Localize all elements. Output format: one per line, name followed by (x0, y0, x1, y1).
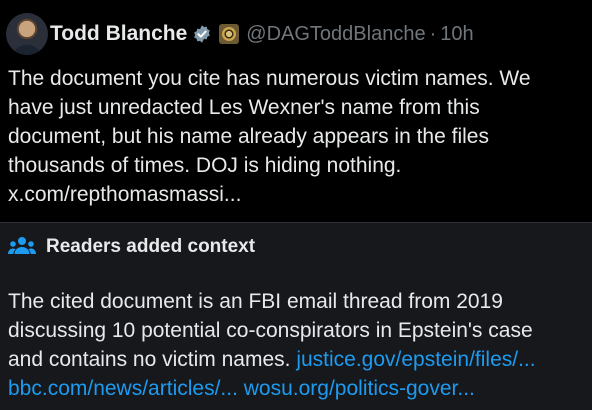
note-text-line: The cited document is an FBI email threa… (8, 290, 503, 313)
post-text: The document you cite has numerous victi… (8, 64, 586, 209)
verified-badge-icon (192, 24, 212, 44)
people-icon (8, 235, 36, 259)
author-name[interactable]: Todd Blanche (50, 22, 187, 46)
post-link[interactable]: x.com/repthomasmassi... (8, 180, 586, 209)
author-handle[interactable]: @DAGToddBlanche (246, 23, 425, 46)
avatar[interactable] (6, 13, 48, 55)
note-source-link[interactable]: justice.gov/epstein/files/... (296, 348, 535, 371)
post-text-line: thousands of times. DOJ is hiding nothin… (8, 154, 402, 177)
note-link-line: bbc.com/news/articles/... wosu.org/polit… (8, 374, 588, 403)
post: Todd Blanche @DAGToddBlanche · 10h The d… (0, 0, 592, 222)
community-notes: Readers added context The cited document… (0, 222, 592, 410)
note-text-segment: and contains no victim names. (8, 348, 297, 371)
community-notes-text: The cited document is an FBI email threa… (8, 287, 588, 403)
post-text-line: The document you cite has numerous victi… (8, 67, 531, 90)
note-text-line: and contains no victim names. justice.go… (8, 345, 588, 374)
note-source-link[interactable]: bbc.com/news/articles/... (8, 377, 238, 400)
post-header: Todd Blanche @DAGToddBlanche · 10h (6, 10, 474, 58)
post-time[interactable]: 10h (440, 23, 473, 46)
note-text-line: discussing 10 potential co-conspirators … (8, 319, 533, 342)
post-text-line: have just unredacted Les Wexner's name f… (8, 96, 480, 119)
community-notes-title: Readers added context (46, 236, 256, 257)
note-source-link[interactable]: wosu.org/politics-gover... (244, 377, 475, 400)
community-notes-header: Readers added context (8, 235, 255, 259)
doj-seal-icon[interactable] (219, 24, 240, 44)
post-text-line: document, but his name already appears i… (8, 125, 489, 148)
separator-dot: · (429, 22, 437, 45)
